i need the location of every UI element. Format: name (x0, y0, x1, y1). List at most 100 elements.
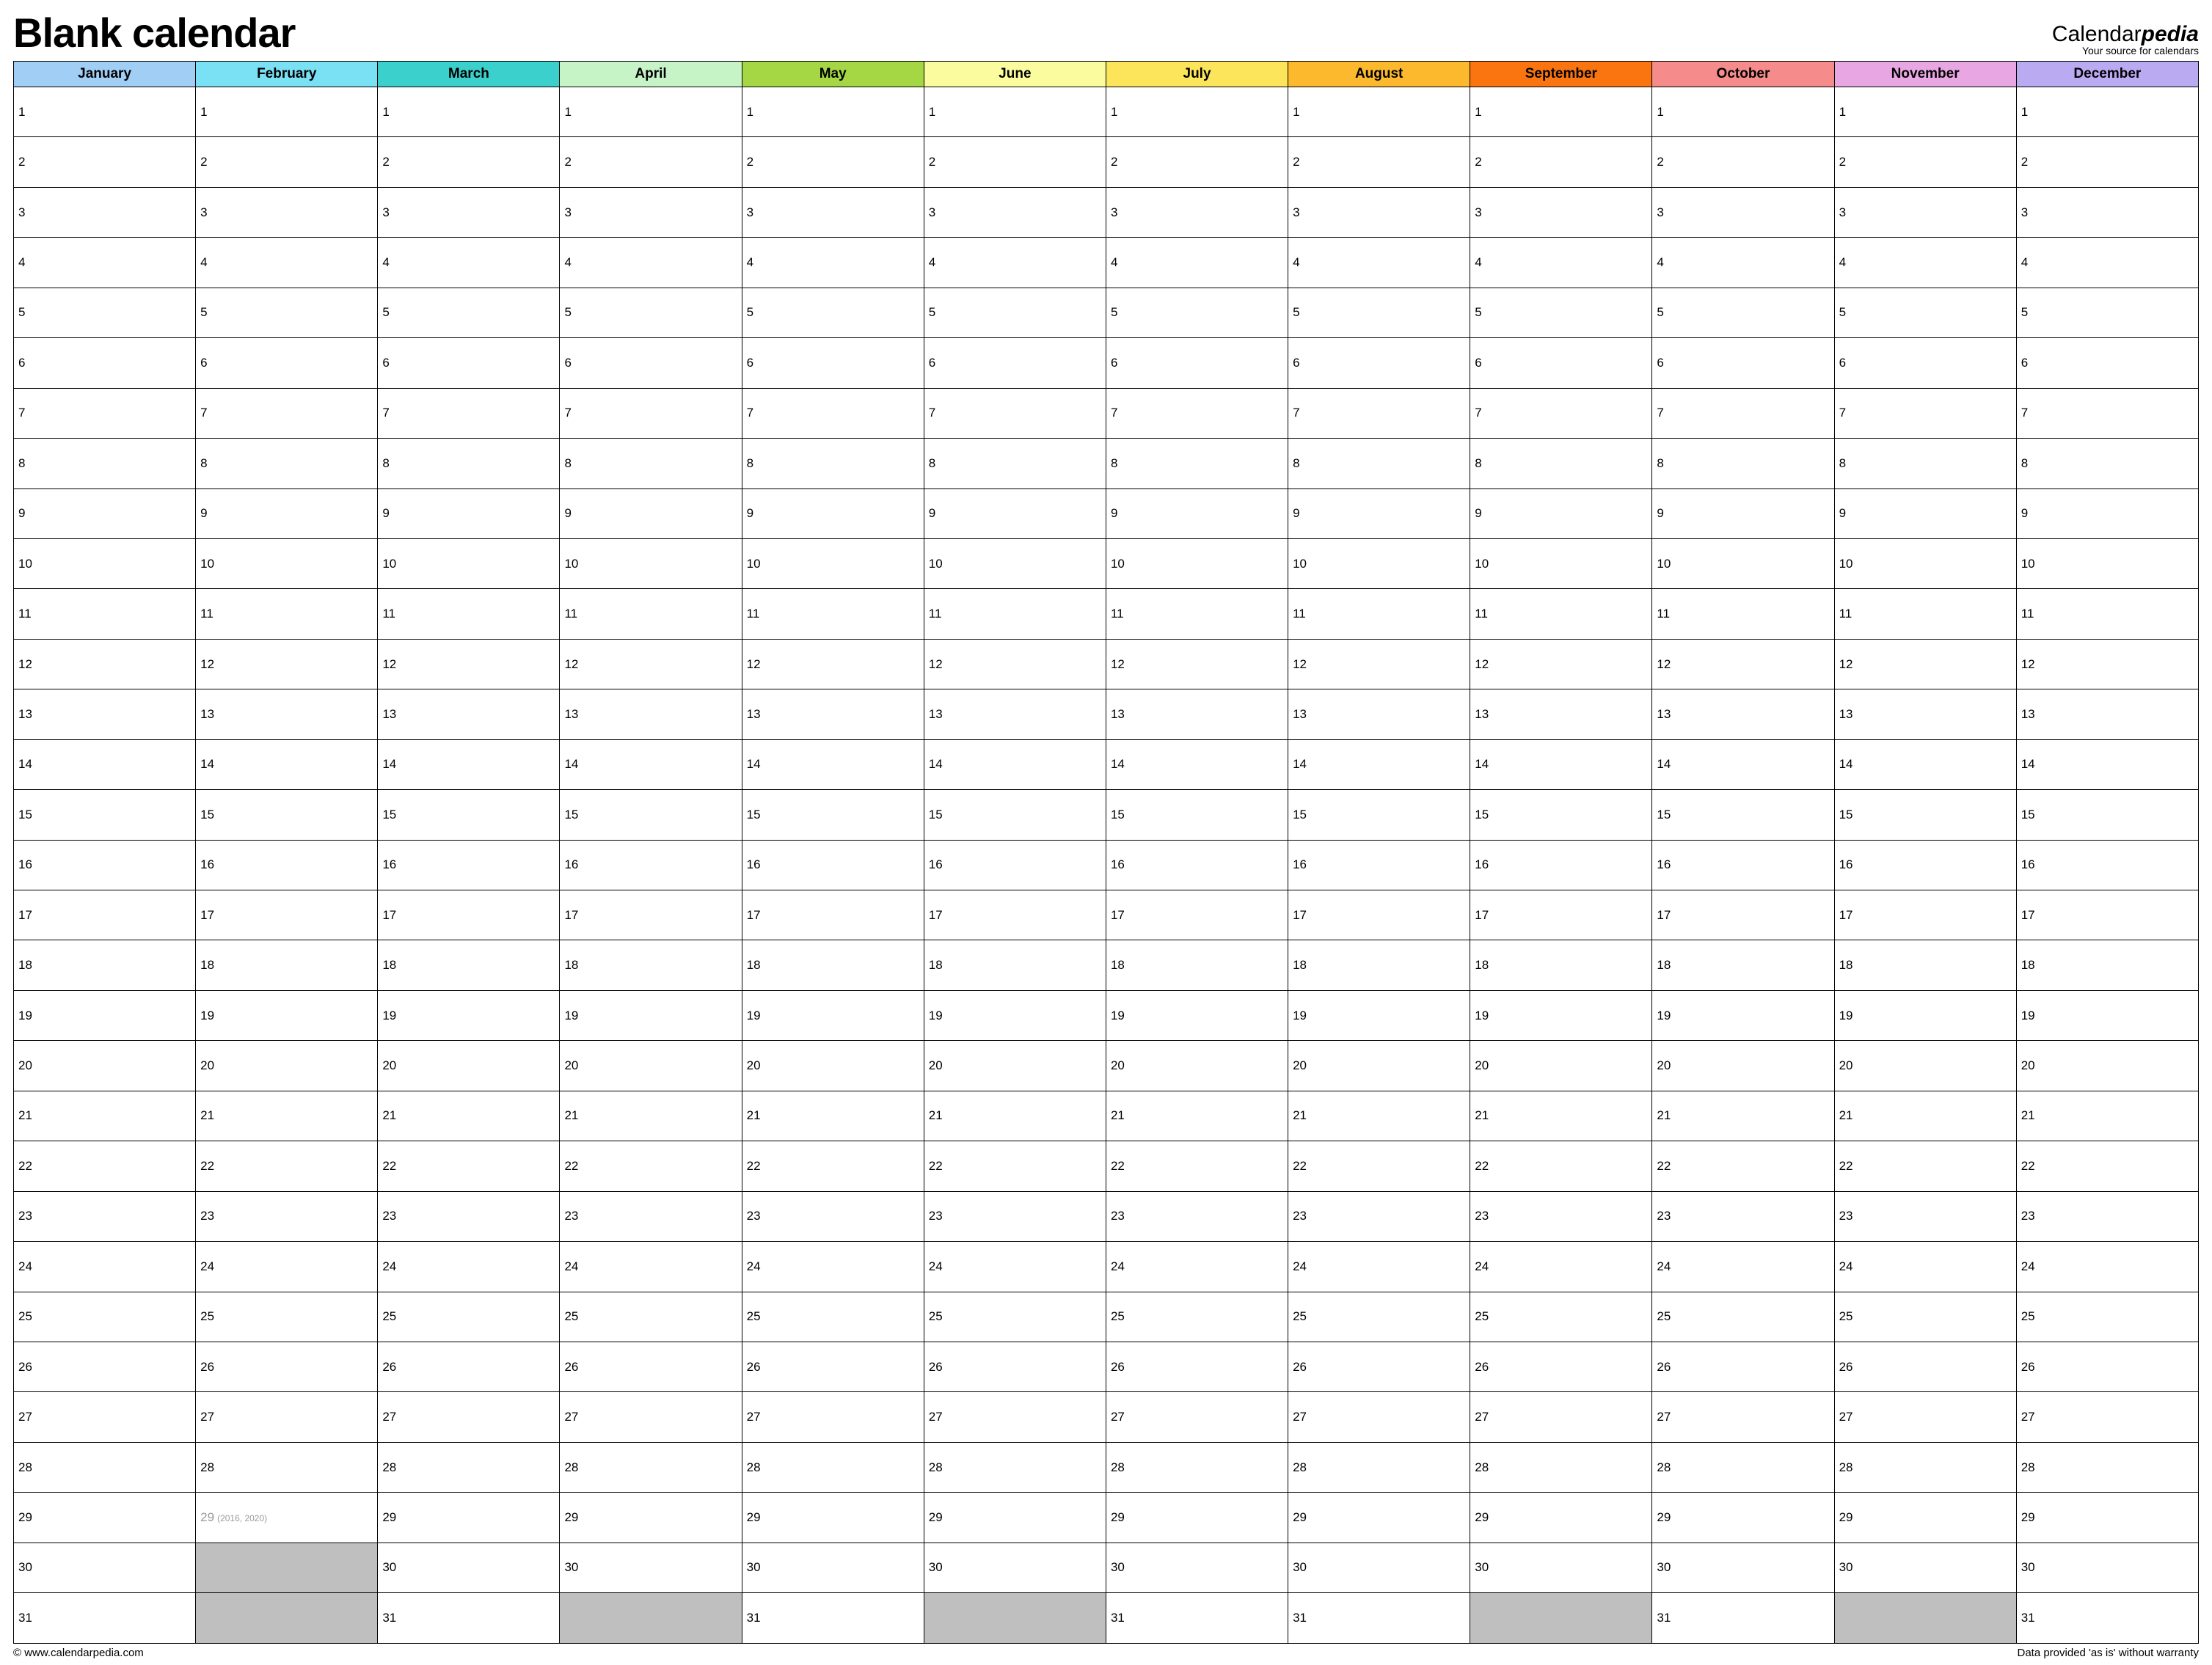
day-cell: 17 (1288, 890, 1470, 940)
day-cell: 13 (1106, 689, 1288, 739)
month-header-february: February (196, 62, 378, 87)
day-cell: 10 (742, 538, 924, 588)
month-header-august: August (1288, 62, 1470, 87)
day-cell: 13 (742, 689, 924, 739)
day-cell: 25 (1288, 1292, 1470, 1342)
day-row-27: 272727272727272727272727 (14, 1392, 2199, 1442)
day-cell: 26 (378, 1342, 560, 1391)
day-cell: 1 (1106, 87, 1288, 137)
day-cell: 11 (378, 589, 560, 639)
day-cell: 13 (14, 689, 196, 739)
day-cell: 22 (378, 1141, 560, 1191)
day-cell: 18 (196, 940, 378, 990)
day-cell: 15 (1652, 790, 1834, 840)
day-cell: 21 (924, 1091, 1106, 1141)
day-cell: 14 (1834, 739, 2016, 789)
day-cell: 29 (378, 1493, 560, 1543)
day-cell: 13 (2016, 689, 2198, 739)
day-cell: 23 (742, 1191, 924, 1241)
day-cell: 31 (14, 1593, 196, 1644)
day-cell: 20 (1288, 1041, 1470, 1091)
day-cell: 19 (742, 990, 924, 1040)
day-cell: 6 (1470, 338, 1652, 388)
day-cell: 8 (378, 439, 560, 488)
day-cell: 24 (2016, 1242, 2198, 1292)
day-cell: 29 (1834, 1493, 2016, 1543)
day-row-5: 555555555555 (14, 288, 2199, 337)
day-cell: 15 (1106, 790, 1288, 840)
day-row-11: 111111111111111111111111 (14, 589, 2199, 639)
day-cell: 5 (924, 288, 1106, 337)
day-cell: 14 (1652, 739, 1834, 789)
month-header-december: December (2016, 62, 2198, 87)
day-cell: 1 (1470, 87, 1652, 137)
day-cell: 13 (378, 689, 560, 739)
day-cell: 17 (2016, 890, 2198, 940)
brand-name: Calendarpedia (2052, 23, 2199, 46)
day-cell: 26 (196, 1342, 378, 1391)
day-cell: 16 (924, 840, 1106, 890)
month-header-june: June (924, 62, 1106, 87)
day-cell: 26 (1288, 1342, 1470, 1391)
day-cell: 22 (196, 1141, 378, 1191)
day-cell: 29 (742, 1493, 924, 1543)
day-cell: 18 (1652, 940, 1834, 990)
day-cell: 12 (924, 639, 1106, 689)
day-row-31: 31313131313131 (14, 1593, 2199, 1644)
brand-suffix: pedia (2142, 22, 2199, 46)
day-cell: 5 (1652, 288, 1834, 337)
day-cell: 12 (560, 639, 742, 689)
day-cell: 30 (2016, 1543, 2198, 1592)
day-cell: 27 (1106, 1392, 1288, 1442)
day-cell: 10 (1288, 538, 1470, 588)
day-cell: 11 (14, 589, 196, 639)
day-row-23: 232323232323232323232323 (14, 1191, 2199, 1241)
day-cell: 24 (742, 1242, 924, 1292)
day-cell: 12 (1834, 639, 2016, 689)
day-row-7: 777777777777 (14, 388, 2199, 438)
month-header-april: April (560, 62, 742, 87)
day-cell: 28 (1106, 1442, 1288, 1492)
day-cell: 11 (196, 589, 378, 639)
day-cell: 24 (924, 1242, 1106, 1292)
day-cell: 13 (1288, 689, 1470, 739)
day-cell: 18 (2016, 940, 2198, 990)
day-cell: 20 (924, 1041, 1106, 1091)
day-cell: 19 (1106, 990, 1288, 1040)
day-cell: 8 (1470, 439, 1652, 488)
day-row-17: 171717171717171717171717 (14, 890, 2199, 940)
day-cell: 25 (924, 1292, 1106, 1342)
day-cell: 30 (14, 1543, 196, 1592)
day-cell: 19 (378, 990, 560, 1040)
day-row-25: 252525252525252525252525 (14, 1292, 2199, 1342)
day-cell: 1 (1652, 87, 1834, 137)
day-cell: 26 (1470, 1342, 1652, 1391)
day-cell: 12 (1288, 639, 1470, 689)
day-cell: 16 (560, 840, 742, 890)
day-cell: 2 (1288, 137, 1470, 187)
day-cell: 11 (924, 589, 1106, 639)
day-cell: 19 (2016, 990, 2198, 1040)
day-cell: 28 (1652, 1442, 1834, 1492)
day-cell: 10 (560, 538, 742, 588)
day-row-13: 131313131313131313131313 (14, 689, 2199, 739)
day-cell: 4 (1106, 238, 1288, 288)
day-cell: 14 (2016, 739, 2198, 789)
day-cell: 28 (742, 1442, 924, 1492)
day-cell: 1 (924, 87, 1106, 137)
day-row-24: 242424242424242424242424 (14, 1242, 2199, 1292)
day-cell: 9 (560, 488, 742, 538)
day-cell: 28 (196, 1442, 378, 1492)
day-cell: 1 (378, 87, 560, 137)
day-cell: 30 (1652, 1543, 1834, 1592)
day-cell: 13 (560, 689, 742, 739)
day-row-19: 191919191919191919191919 (14, 990, 2199, 1040)
day-cell: 10 (1652, 538, 1834, 588)
day-cell: 26 (1106, 1342, 1288, 1391)
day-cell: 21 (1288, 1091, 1470, 1141)
day-cell: 20 (1106, 1041, 1288, 1091)
day-cell: 20 (1652, 1041, 1834, 1091)
day-cell: 30 (1106, 1543, 1288, 1592)
day-cell: 23 (1834, 1191, 2016, 1241)
day-cell: 20 (560, 1041, 742, 1091)
